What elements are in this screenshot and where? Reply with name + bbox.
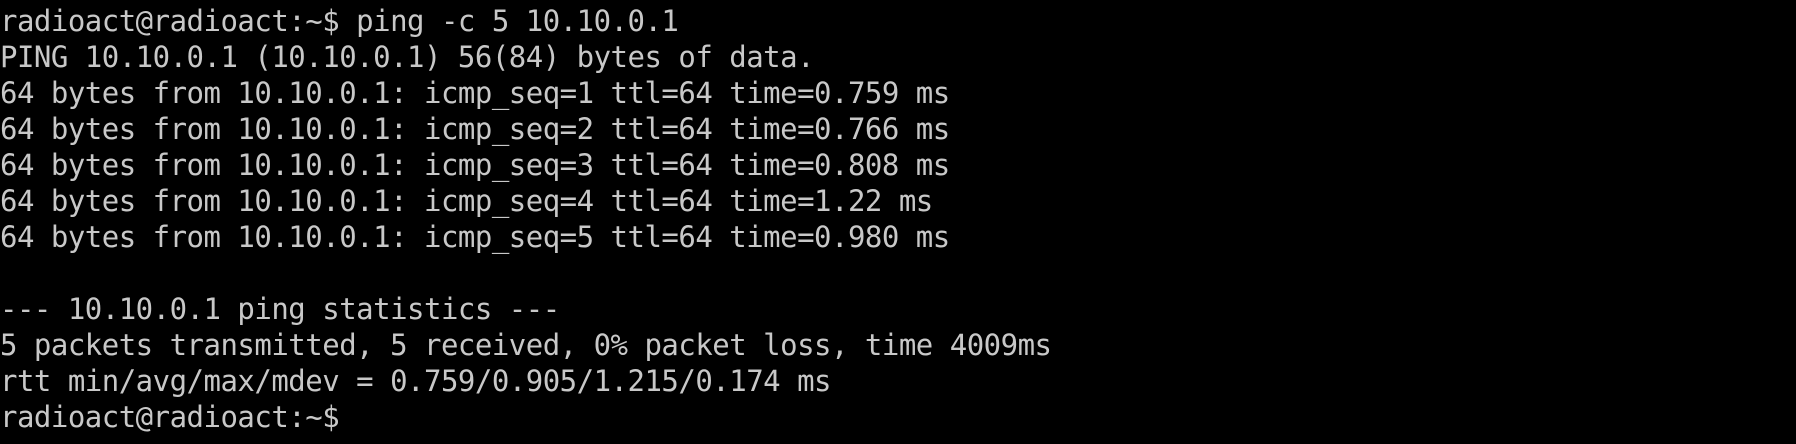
ping-reply-line: 64 bytes from 10.10.0.1: icmp_seq=4 ttl=… — [0, 184, 933, 218]
packet-summary-line: 5 packets transmitted, 5 received, 0% pa… — [0, 328, 1052, 362]
ping-reply-line: 64 bytes from 10.10.0.1: icmp_seq=3 ttl=… — [0, 148, 950, 182]
statistics-header-line: --- 10.10.0.1 ping statistics --- — [0, 292, 560, 326]
ping-reply-line: 64 bytes from 10.10.0.1: icmp_seq=2 ttl=… — [0, 112, 950, 146]
terminal-window[interactable]: radioact@radioact:~$ ping -c 5 10.10.0.1… — [0, 0, 1796, 444]
shell-prompt-line[interactable]: radioact@radioact:~$ — [0, 399, 1796, 435]
rtt-summary-line: rtt min/avg/max/mdev = 0.759/0.905/1.215… — [0, 364, 832, 398]
command-line: radioact@radioact:~$ ping -c 5 10.10.0.1 — [0, 4, 679, 38]
ping-header-line: PING 10.10.0.1 (10.10.0.1) 56(84) bytes … — [0, 40, 815, 74]
ping-reply-line: 64 bytes from 10.10.0.1: icmp_seq=1 ttl=… — [0, 76, 950, 110]
ping-reply-line: 64 bytes from 10.10.0.1: icmp_seq=5 ttl=… — [0, 220, 950, 254]
